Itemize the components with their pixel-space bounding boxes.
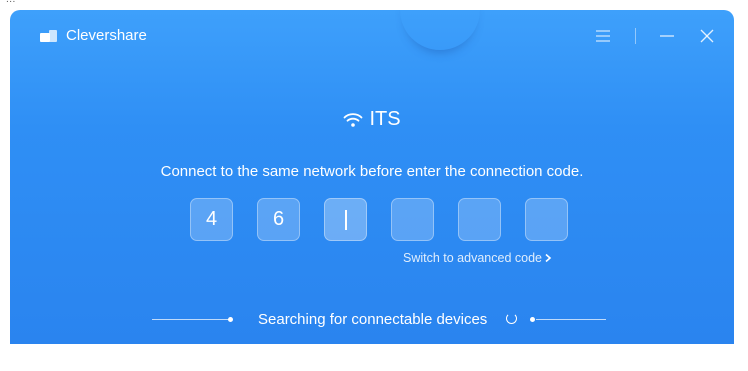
wifi-icon (344, 112, 363, 127)
clevershare-window: Clevershare ITS Connect to the same netw… (10, 10, 734, 344)
close-button[interactable] (694, 24, 720, 48)
close-icon (700, 29, 714, 43)
minimize-icon (660, 35, 674, 37)
background-window-strip: ... (0, 0, 748, 10)
background-bottom (0, 344, 748, 371)
network-indicator: ITS (10, 108, 734, 131)
search-status-text: Searching for connectable devices (258, 311, 488, 328)
text-caret (344, 209, 347, 230)
device-search-status: Searching for connectable devices (10, 310, 734, 330)
code-digit-5[interactable] (458, 198, 501, 241)
background-text-fragment: ... (6, 0, 16, 5)
code-digit-2[interactable]: 6 (257, 198, 300, 241)
hamburger-menu-icon (596, 30, 610, 42)
chevron-right-icon (545, 253, 552, 263)
window-controls-separator (635, 28, 636, 44)
title-bar[interactable]: Clevershare (10, 10, 734, 62)
menu-button[interactable] (590, 24, 616, 48)
decorative-line-left (152, 319, 230, 320)
clevershare-logo-icon (40, 30, 60, 42)
code-digit-3[interactable] (324, 198, 367, 241)
network-name: ITS (369, 108, 401, 130)
app-title: Clevershare (66, 27, 147, 44)
code-digit-4[interactable] (391, 198, 434, 241)
decorative-dot-right (530, 317, 535, 322)
connection-code-input[interactable]: 4 6 (190, 198, 570, 243)
loading-spinner-icon (506, 313, 517, 324)
decorative-line-right (536, 319, 606, 320)
minimize-button[interactable] (654, 24, 680, 48)
connection-instruction: Connect to the same network before enter… (160, 163, 584, 180)
code-digit-1[interactable]: 4 (190, 198, 233, 241)
advanced-link-label: Switch to advanced code (403, 251, 542, 265)
switch-advanced-code-link[interactable]: Switch to advanced code (403, 251, 552, 265)
decorative-dot-left (228, 317, 233, 322)
code-digit-6[interactable] (525, 198, 568, 241)
